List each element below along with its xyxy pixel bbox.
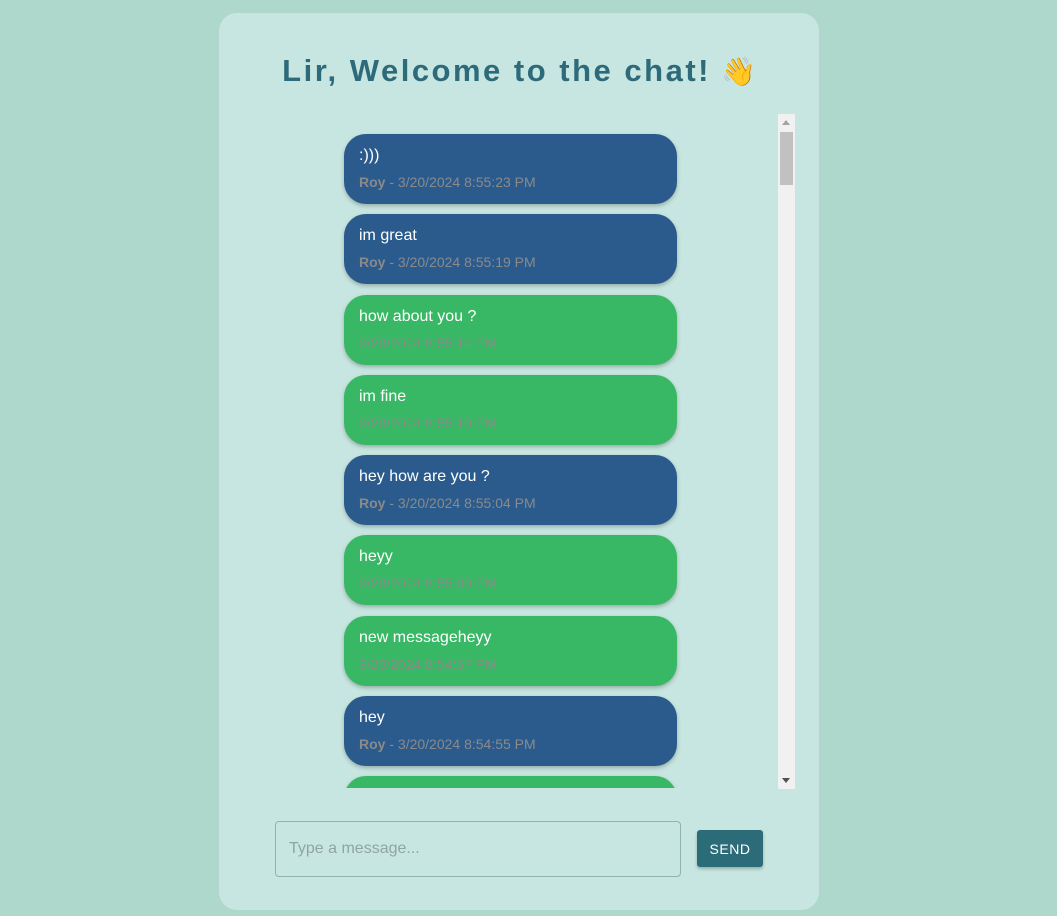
message-bubble — [344, 776, 677, 788]
message-text: :))) — [359, 147, 380, 164]
welcome-text: Lir, Welcome to the chat! — [282, 53, 711, 88]
page-title: Lir, Welcome to the chat! 👋 — [219, 53, 819, 89]
meta-separator: - — [385, 254, 398, 270]
message-meta: 3/20/2024 8:55:00 PM — [359, 575, 662, 591]
message-text: new messageheyy — [359, 629, 492, 646]
chat-card: Lir, Welcome to the chat! 👋 :))) Roy - 3/2… — [219, 13, 819, 910]
message-list-scrollbar[interactable] — [778, 114, 795, 789]
waving-hand-icon: 👋 — [720, 56, 756, 87]
message-meta: Roy - 3/20/2024 8:55:23 PM — [359, 174, 662, 190]
message-meta: Roy - 3/20/2024 8:55:19 PM — [359, 254, 662, 270]
scrollbar-thumb[interactable] — [780, 132, 793, 185]
message-input[interactable] — [275, 821, 681, 877]
message-sender: Roy — [359, 495, 386, 511]
message-meta: 3/20/2024 8:54:57 PM — [359, 656, 662, 672]
message-sender: Roy — [359, 174, 386, 190]
message-bubble: hey Roy - 3/20/2024 8:54:55 PM — [344, 696, 677, 766]
message-sender: Roy — [359, 736, 386, 752]
meta-separator: - — [385, 736, 398, 752]
message-text: im fine — [359, 388, 407, 405]
meta-separator: - — [385, 495, 398, 511]
message-text: im great — [359, 227, 417, 244]
message-timestamp: 3/20/2024 8:55:04 PM — [397, 495, 536, 511]
message-text: hey how are you ? — [359, 468, 490, 485]
message-timestamp: 3/20/2024 8:54:55 PM — [397, 736, 536, 752]
message-timestamp: 3/20/2024 8:55:00 PM — [359, 575, 497, 591]
message-meta: 3/20/2024 8:55:10 PM — [359, 415, 662, 431]
message-list[interactable]: :))) Roy - 3/20/2024 8:55:23 PM im great Ro… — [319, 115, 795, 788]
message-bubble: heyy 3/20/2024 8:55:00 PM — [344, 535, 677, 605]
message-bubble: hey how are you ? Roy - 3/20/2024 8:55:04… — [344, 455, 677, 525]
message-bubble: how about you ? 3/20/2024 8:55:14 PM — [344, 295, 677, 365]
message-text: heyy — [359, 548, 393, 565]
message-meta: Roy - 3/20/2024 8:55:04 PM — [359, 495, 662, 511]
message-text: how about you ? — [359, 308, 477, 325]
message-text: hey — [359, 709, 385, 726]
message-timestamp: 3/20/2024 8:54:57 PM — [359, 656, 497, 672]
send-button[interactable]: SEND — [697, 830, 763, 867]
message-sender: Roy — [359, 254, 386, 270]
message-bubble: im great Roy - 3/20/2024 8:55:19 PM — [344, 214, 677, 284]
scroll-up-arrow-icon[interactable] — [782, 120, 790, 125]
message-timestamp: 3/20/2024 8:55:19 PM — [397, 254, 536, 270]
scroll-down-arrow-icon[interactable] — [782, 778, 790, 783]
message-timestamp: 3/20/2024 8:55:23 PM — [397, 174, 536, 190]
message-bubble: :))) Roy - 3/20/2024 8:55:23 PM — [344, 134, 677, 204]
message-bubble: new messageheyy 3/20/2024 8:54:57 PM — [344, 616, 677, 686]
message-meta: Roy - 3/20/2024 8:54:55 PM — [359, 736, 662, 752]
meta-separator: - — [385, 174, 398, 190]
message-timestamp: 3/20/2024 8:55:10 PM — [359, 415, 497, 431]
message-timestamp: 3/20/2024 8:55:14 PM — [359, 335, 497, 351]
message-meta: 3/20/2024 8:55:14 PM — [359, 335, 662, 351]
message-bubble: im fine 3/20/2024 8:55:10 PM — [344, 375, 677, 445]
